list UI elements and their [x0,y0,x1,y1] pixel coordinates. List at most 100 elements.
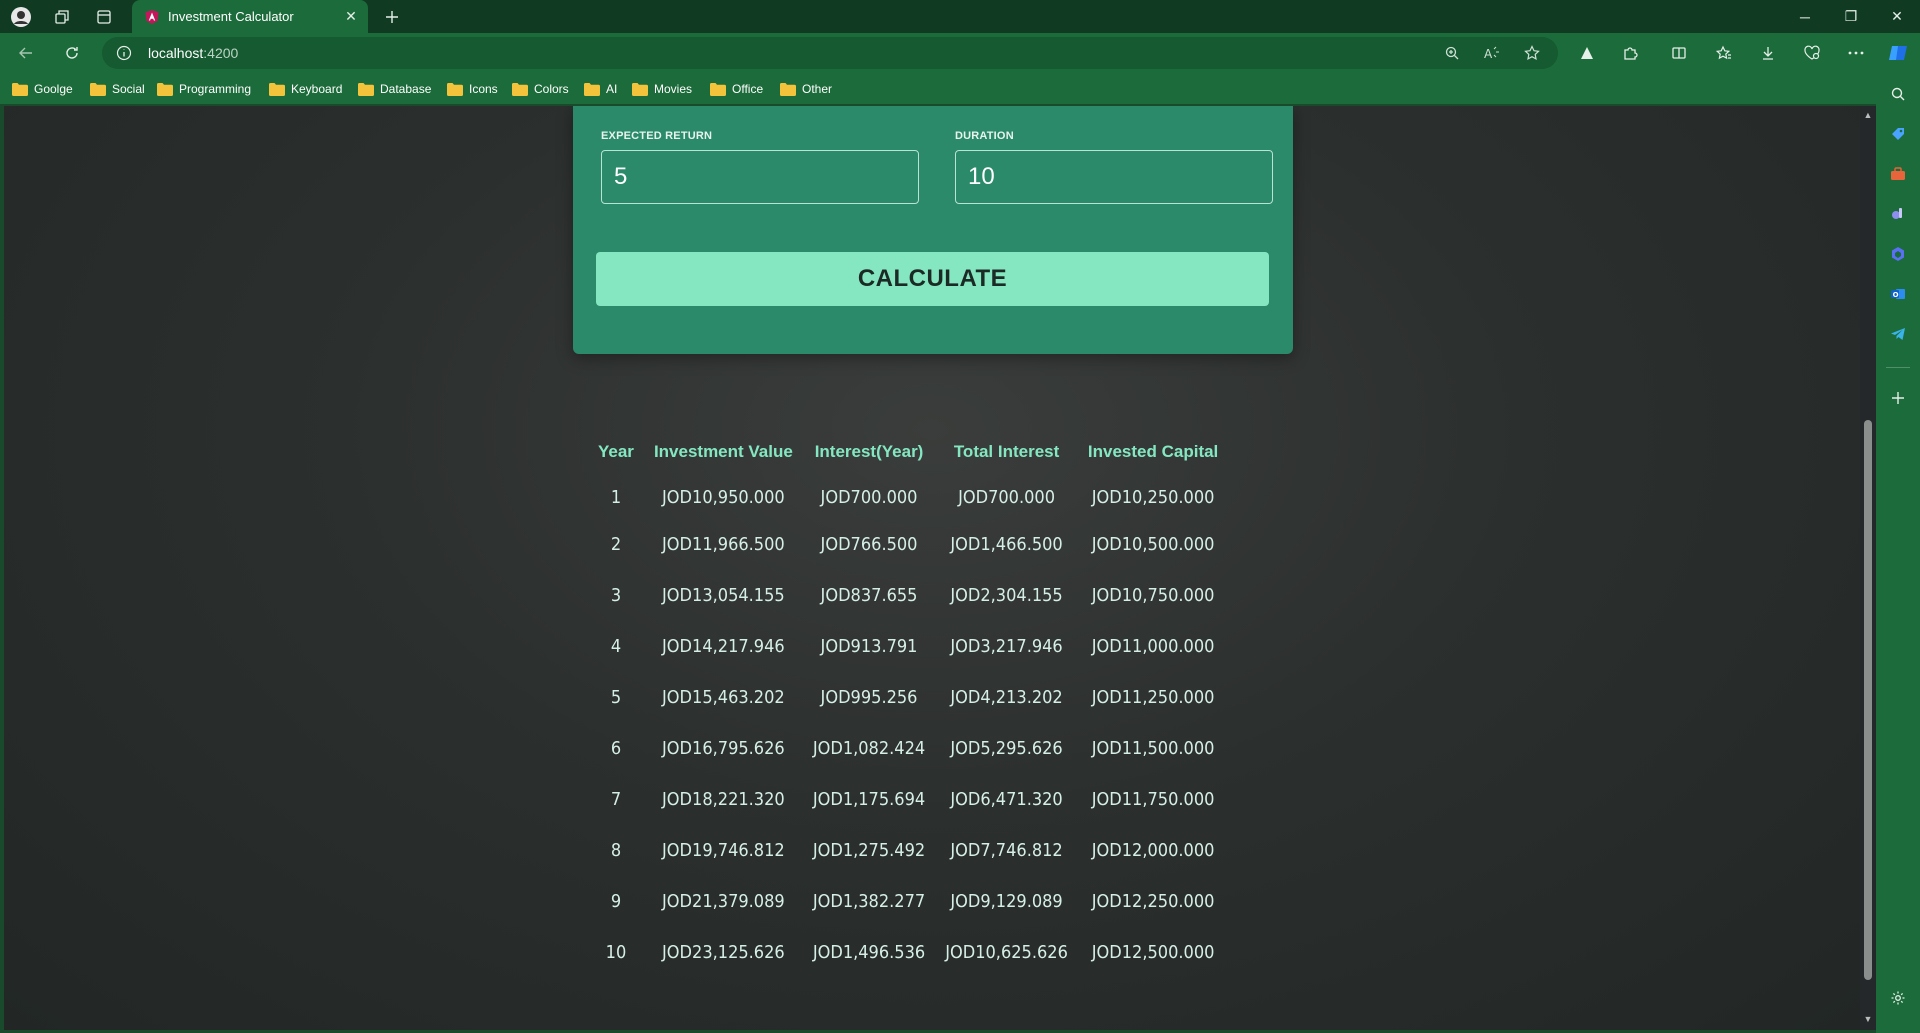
angular-icon [145,10,159,24]
bookmark-folder-7[interactable]: AI [584,79,617,99]
table-cell: JOD1,082.424 [812,738,926,759]
table-cell: JOD11,250.000 [1091,687,1215,708]
page-scrollbar[interactable]: ▲ ▼ [1860,106,1876,1030]
bookmark-folder-3[interactable]: Keyboard [269,79,342,99]
bookmark-label: Programming [179,82,252,96]
bookmark-label: Goolge [34,82,73,96]
address-bar[interactable]: localhost:4200 A [102,37,1558,69]
copilot-icon[interactable] [1886,41,1910,65]
profile-avatar-icon[interactable] [10,6,32,28]
sidebar-add-icon[interactable] [1888,388,1908,408]
workspaces-icon[interactable] [51,6,73,28]
sidebar-divider [1886,367,1910,368]
calculate-button[interactable]: CALCULATE [596,252,1269,306]
table-cell: JOD11,000.000 [1091,636,1215,657]
bookmark-folder-2[interactable]: Programming [157,79,251,99]
table-cell: JOD12,000.000 [1091,840,1215,861]
tab-actions-icon[interactable] [93,6,115,28]
table-cell: JOD10,950.000 [662,487,785,508]
results-table: Year Investment Value Interest(Year) Total … [588,436,1228,978]
sidebar-tools-icon[interactable] [1888,164,1908,184]
bookmark-folder-4[interactable]: Database [358,79,431,99]
extension-triangle-icon[interactable] [1575,41,1599,65]
table-cell: JOD700.000 [820,487,918,508]
tab-investment-calculator[interactable]: Investment Calculator ✕ [132,0,368,33]
restore-icon[interactable]: ❐ [1828,0,1874,33]
more-options-icon[interactable] [1844,41,1868,65]
sidebar-telegram-icon[interactable] [1888,324,1908,344]
favorite-star-icon[interactable] [1522,43,1542,63]
table-cell: JOD21,379.089 [662,891,785,912]
duration-input[interactable] [955,150,1273,204]
url-host: localhost [148,45,204,61]
scrollbar-thumb[interactable] [1864,420,1872,980]
table-cell: 7 [610,789,622,810]
table-cell: 6 [610,738,622,759]
table-header-row: Year Investment Value Interest(Year) Total … [588,436,1228,468]
table-row: 4 JOD14,217.946 JOD913.791 JOD3,217.946 JOD1… [588,621,1228,672]
close-window-icon[interactable]: ✕ [1874,0,1920,33]
minimize-icon[interactable]: ─ [1782,0,1828,33]
expected-return-input[interactable] [601,150,919,204]
table-row: 5 JOD15,463.202 JOD995.256 JOD4,213.202 JOD1… [588,672,1228,723]
table-cell: JOD14,217.946 [662,636,785,657]
svg-text:A: A [1484,47,1493,61]
bookmark-folder-10[interactable]: Other [780,79,832,99]
table-row: 10 JOD23,125.626 JOD1,496.536 JOD10,625.626… [588,927,1228,978]
input-form-card: EXPECTED RETURN DURATION CALCULATE [573,106,1293,354]
svg-text:O: O [1893,291,1899,299]
bookmark-folder-0[interactable]: Goolge [12,79,73,99]
split-screen-icon[interactable] [1667,41,1691,65]
table-cell: JOD837.655 [820,585,918,606]
sidebar-microsoft365-icon[interactable] [1888,244,1908,264]
browser-essentials-icon[interactable] [1800,41,1824,65]
bookmark-folder-6[interactable]: Colors [512,79,569,99]
bookmark-folder-5[interactable]: Icons [447,79,498,99]
table-cell: 5 [610,687,622,708]
table-cell: JOD3,217.946 [950,636,1063,657]
column-header: Invested Capital [1087,442,1219,461]
table-cell: JOD913.791 [820,636,918,657]
bookmark-label: Office [732,82,764,96]
bookmark-folder-8[interactable]: Movies [632,79,692,99]
table-cell: JOD16,795.626 [662,738,785,759]
table-cell: JOD995.256 [820,687,918,708]
table-cell: JOD12,500.000 [1091,942,1215,963]
table-cell: JOD1,275.492 [812,840,926,861]
bookmark-label: Icons [469,82,498,96]
close-tab-icon[interactable]: ✕ [342,7,360,25]
sidebar-games-icon[interactable] [1888,204,1908,224]
sidebar-search-icon[interactable] [1888,84,1908,104]
back-icon[interactable] [14,41,38,65]
favorites-icon[interactable] [1712,41,1736,65]
bookmark-folder-9[interactable]: Office [710,79,763,99]
sidebar-outlook-icon[interactable]: O [1888,284,1908,304]
table-cell: JOD10,750.000 [1091,585,1215,606]
site-info-icon[interactable] [116,45,132,61]
refresh-icon[interactable] [60,41,84,65]
extensions-puzzle-icon[interactable] [1618,41,1642,65]
table-row: 9 JOD21,379.089 JOD1,382.277 JOD9,129.089 JO… [588,876,1228,927]
sidebar-settings-icon[interactable] [1888,988,1908,1008]
table-row: 3 JOD13,054.155 JOD837.655 JOD2,304.155 JOD1… [588,570,1228,621]
table-cell: 4 [610,636,622,657]
table-cell: JOD1,496.536 [812,942,926,963]
zoom-icon[interactable] [1442,43,1462,63]
table-cell: JOD1,175.694 [812,789,926,810]
table-cell: JOD11,966.500 [662,534,785,555]
bookmark-folder-1[interactable]: Social [90,79,145,99]
column-header: Total Interest [953,442,1060,461]
table-cell: JOD5,295.626 [950,738,1063,759]
expected-return-label: EXPECTED RETURN [601,130,713,142]
sidebar-shopping-tag-icon[interactable] [1888,124,1908,144]
scroll-up-icon[interactable]: ▲ [1863,110,1873,120]
table-row: 6 JOD16,795.626 JOD1,082.424 JOD5,295.626 JO… [588,723,1228,774]
read-aloud-icon[interactable]: A [1482,43,1502,63]
scroll-down-icon[interactable]: ▼ [1863,1014,1873,1024]
url-port: :4200 [203,45,239,61]
table-row: 1 JOD10,950.000 JOD700.000 JOD700.000 JOD10,… [588,468,1228,519]
table-cell: JOD13,054.155 [662,585,785,606]
table-cell: 8 [610,840,622,861]
downloads-icon[interactable] [1756,41,1780,65]
new-tab-icon[interactable] [381,6,403,28]
